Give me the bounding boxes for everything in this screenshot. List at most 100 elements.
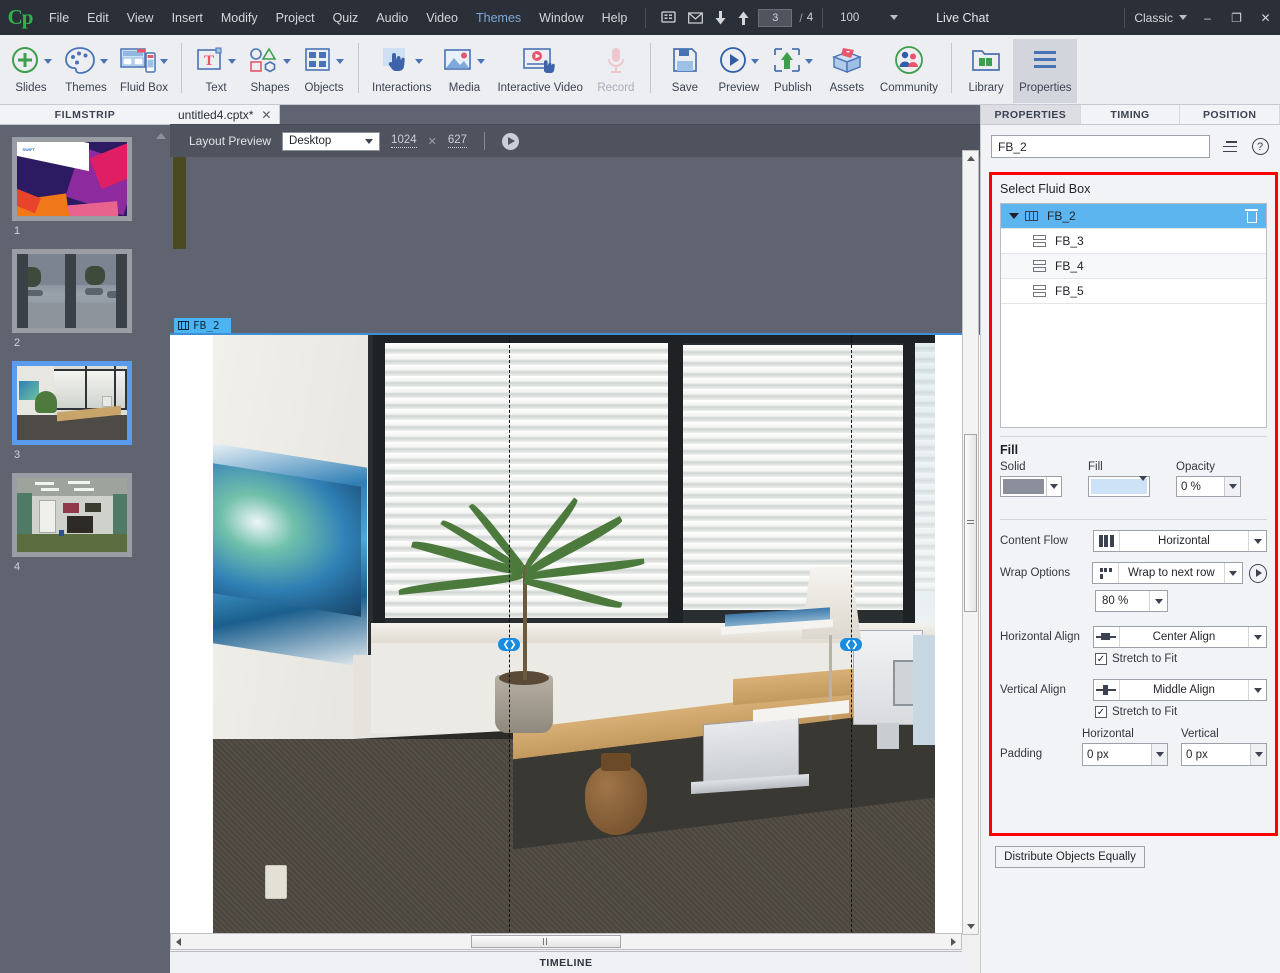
menu-item-help[interactable]: Help — [593, 7, 637, 29]
chevron-down-icon[interactable] — [751, 59, 759, 64]
menu-item-video[interactable]: Video — [417, 7, 467, 29]
tab-properties[interactable]: PROPERTIES — [981, 105, 1081, 124]
canvas-horizontal-scrollbar[interactable] — [170, 933, 962, 950]
chevron-down-icon[interactable] — [100, 59, 108, 64]
solid-color-picker[interactable] — [1000, 476, 1062, 497]
download-arrow-icon[interactable] — [709, 11, 732, 25]
opacity-value[interactable]: 0 % — [1177, 477, 1224, 496]
chevron-down-icon[interactable] — [1151, 744, 1167, 765]
vertical-stretch-checkbox[interactable]: ✓ — [1095, 706, 1107, 718]
content-flow-select[interactable]: Horizontal — [1093, 530, 1267, 552]
padding-vertical-value[interactable]: 0 px — [1182, 744, 1250, 765]
restore-button[interactable]: ❐ — [1222, 7, 1251, 29]
toolbar-button-text[interactable]: TText — [189, 39, 243, 96]
tab-position[interactable]: POSITION — [1180, 105, 1280, 124]
zoom-dropdown-icon[interactable] — [884, 15, 904, 20]
filmstrip-panel[interactable]: SWIFT1 2 3 4 — [0, 125, 170, 973]
toolbar-button-preview[interactable]: Preview — [712, 39, 766, 96]
close-button[interactable]: ✕ — [1251, 7, 1280, 29]
tab-timing[interactable]: TIMING — [1081, 105, 1181, 124]
filmstrip-slide-3[interactable]: 3 — [12, 361, 132, 461]
workspace-dropdown-icon[interactable] — [1173, 15, 1193, 20]
horizontal-scroll-thumb[interactable] — [471, 935, 621, 948]
chevron-down-icon[interactable] — [1009, 213, 1019, 219]
toolbar-button-community[interactable]: Community — [874, 39, 944, 96]
slide-thumbnail[interactable] — [12, 361, 132, 445]
menu-item-file[interactable]: File — [40, 7, 78, 29]
scroll-left-icon[interactable] — [171, 934, 186, 949]
chevron-down-icon[interactable] — [283, 59, 291, 64]
chevron-down-icon[interactable] — [1224, 477, 1240, 496]
toolbar-button-themes[interactable]: Themes — [58, 39, 114, 96]
fluid-box-row-FB_2[interactable]: FB_2 — [1001, 204, 1266, 229]
menu-item-audio[interactable]: Audio — [367, 7, 417, 29]
fluid-box-list[interactable]: FB_2FB_3FB_4FB_5 — [1000, 203, 1267, 428]
chevron-down-icon[interactable] — [44, 59, 52, 64]
fluid-box-row-FB_3[interactable]: FB_3 — [1001, 229, 1266, 254]
fluid-box-row-FB_4[interactable]: FB_4 — [1001, 254, 1266, 279]
toolbar-button-save[interactable]: Save — [658, 39, 712, 96]
stage[interactable]: ❮❯ ❮❯ — [170, 333, 980, 935]
wrap-preview-icon[interactable] — [1249, 564, 1267, 583]
layout-height-value[interactable]: 627 — [448, 134, 467, 148]
fluid-box-resize-handle-right[interactable]: ❮❯ — [840, 638, 862, 651]
current-slide-input[interactable]: 3 — [758, 9, 792, 27]
canvas-vertical-scrollbar[interactable] — [962, 150, 979, 935]
padding-horizontal-stepper[interactable]: 0 px — [1082, 743, 1168, 766]
help-question-icon[interactable]: ? — [1250, 137, 1270, 157]
layout-width-value[interactable]: 1024 — [391, 134, 417, 148]
document-tab[interactable]: untitled4.cptx* ✕ — [170, 105, 280, 124]
padding-horizontal-value[interactable]: 0 px — [1083, 744, 1151, 765]
chevron-down-icon[interactable] — [1046, 477, 1061, 496]
chevron-down-icon[interactable] — [1248, 680, 1266, 700]
slide-photo[interactable]: ❮❯ ❮❯ — [213, 335, 935, 935]
menu-item-project[interactable]: Project — [267, 7, 324, 29]
chevron-down-icon[interactable] — [805, 59, 813, 64]
toolbar-button-slides[interactable]: Slides — [4, 39, 58, 96]
scroll-down-icon[interactable] — [963, 919, 978, 934]
chevron-down-icon[interactable] — [1248, 627, 1266, 647]
slide-canvas[interactable]: FB_2 — [170, 157, 980, 935]
toolbar-button-assets[interactable]: Assets — [820, 39, 874, 96]
chevron-down-icon[interactable] — [160, 59, 168, 64]
toolbar-button-media[interactable]: Media — [437, 39, 491, 96]
chevron-down-icon[interactable] — [1224, 563, 1242, 583]
toolbar-button-fluid-box[interactable]: Fluid Box — [114, 39, 174, 96]
vertical-scroll-thumb[interactable] — [964, 434, 977, 612]
menu-item-view[interactable]: View — [118, 7, 163, 29]
menu-item-window[interactable]: Window — [530, 7, 592, 29]
filmstrip-slide-1[interactable]: SWIFT1 — [12, 137, 132, 237]
toolbar-button-properties[interactable]: Properties — [1013, 39, 1077, 103]
chevron-down-icon[interactable] — [477, 59, 485, 64]
toolbar-button-objects[interactable]: Objects — [297, 39, 351, 96]
scroll-right-icon[interactable] — [946, 934, 961, 949]
menu-item-edit[interactable]: Edit — [78, 7, 118, 29]
options-menu-icon[interactable] — [1220, 137, 1240, 157]
workspace-label[interactable]: Classic — [1134, 11, 1173, 25]
filmstrip-scroll-up-icon[interactable] — [156, 133, 166, 139]
horizontal-stretch-checkbox[interactable]: ✓ — [1095, 653, 1107, 665]
object-name-input[interactable]: FB_2 — [991, 135, 1210, 158]
trash-icon[interactable] — [1245, 209, 1258, 223]
minimize-button[interactable]: – — [1193, 7, 1222, 29]
opacity-stepper[interactable]: 0 % — [1176, 476, 1241, 497]
chevron-down-icon[interactable] — [1149, 591, 1167, 611]
timeline-panel-header[interactable]: TIMELINE — [170, 951, 962, 973]
filmstrip-slide-4[interactable]: 4 — [12, 473, 132, 573]
filmstrip-tab[interactable]: FILMSTRIP — [0, 105, 170, 125]
chevron-down-icon[interactable] — [415, 59, 423, 64]
chevron-down-icon[interactable] — [1139, 481, 1147, 495]
presentation-icon[interactable] — [655, 11, 682, 24]
fluid-box-resize-handle-left[interactable]: ❮❯ — [498, 638, 520, 651]
horizontal-align-select[interactable]: Center Align — [1093, 626, 1267, 648]
scroll-up-icon[interactable] — [963, 151, 978, 166]
close-icon[interactable]: ✕ — [261, 108, 271, 122]
distribute-objects-equally-button[interactable]: Distribute Objects Equally — [995, 846, 1145, 868]
fill-color-picker[interactable] — [1088, 476, 1150, 497]
wrap-options-select[interactable]: Wrap to next row — [1092, 562, 1242, 584]
toolbar-button-shapes[interactable]: Shapes — [243, 39, 297, 96]
fluid-box-tag[interactable]: FB_2 — [174, 318, 231, 333]
play-preview-icon[interactable] — [502, 133, 519, 150]
device-select[interactable]: Desktop — [282, 132, 380, 151]
filmstrip-slide-2[interactable]: 2 — [12, 249, 132, 349]
